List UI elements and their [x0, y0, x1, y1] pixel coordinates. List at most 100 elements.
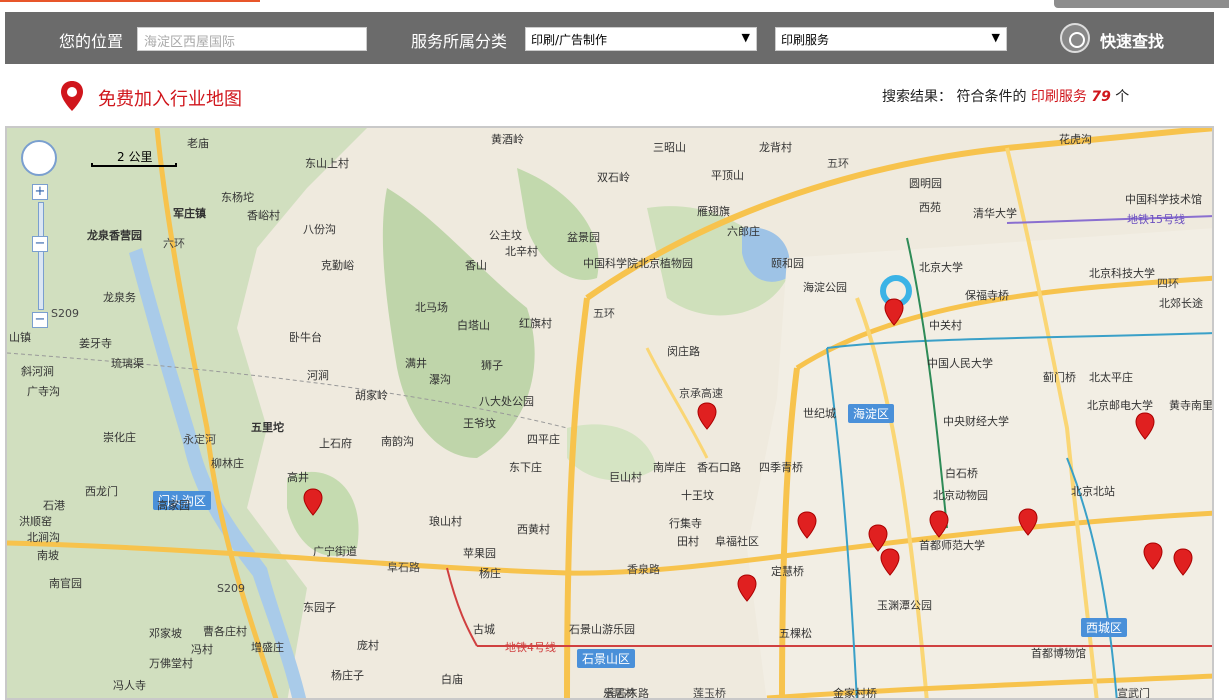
place-label: 河涧: [307, 369, 329, 382]
place-label: 盆景园: [567, 231, 600, 244]
district-label[interactable]: 海淀区: [848, 404, 895, 423]
result-marker-icon[interactable]: [1143, 542, 1163, 570]
search-bar: 您的位置 海淀区西屋国际 服务所属分类 印刷/广告制作 ▼ 印刷服务 ▼ 快速查…: [5, 12, 1214, 64]
road-label: 阜石路: [387, 561, 420, 574]
place-label: 东下庄: [509, 461, 542, 474]
map-scale-bar: [91, 163, 177, 167]
place-label: 龙背村: [759, 141, 792, 154]
place-label: 西黄村: [517, 523, 550, 536]
quick-find-icon[interactable]: [1060, 23, 1090, 53]
result-match-text: 符合条件的: [956, 89, 1027, 105]
district-label[interactable]: 石景山区: [577, 649, 636, 668]
place-label: 八份沟: [303, 223, 336, 236]
place-label: 宣武门: [1117, 687, 1150, 700]
place-label: 满井: [405, 357, 427, 370]
road-label: 地铁15号线: [1127, 213, 1185, 226]
place-label: 南韵沟: [381, 435, 414, 448]
place-label: 颐和园: [771, 257, 804, 270]
place-label: 王爷坟: [463, 417, 496, 430]
place-label: 四季青桥: [759, 461, 803, 474]
place-label: 琅山村: [429, 515, 462, 528]
place-label: 花虎沟: [1059, 133, 1092, 146]
place-label: 西龙门: [85, 485, 118, 498]
road-label: 京承高速: [679, 387, 723, 400]
place-label: 东园子: [303, 601, 336, 614]
result-marker-icon[interactable]: [929, 510, 949, 538]
place-label: 北京动物园: [933, 489, 988, 502]
place-label: 军庄镇: [173, 207, 206, 220]
place-label: 保福寺桥: [965, 289, 1009, 302]
subcategory-select[interactable]: 印刷服务 ▼: [775, 27, 1007, 51]
road-label: S209: [51, 307, 79, 320]
join-map-link[interactable]: 免费加入行业地图: [98, 85, 242, 111]
place-label: 平顶山: [711, 169, 744, 182]
place-label: 石景山游乐园: [569, 623, 635, 636]
place-label: 中国科学院北京植物园: [583, 257, 693, 270]
result-marker-icon[interactable]: [1018, 508, 1038, 536]
category-label: 服务所属分类: [411, 32, 508, 51]
place-label: 八大处公园: [479, 395, 534, 408]
result-unit: 个: [1115, 89, 1130, 105]
place-label: 琉璃渠: [111, 357, 144, 370]
place-label: 白塔山: [457, 319, 490, 332]
place-label: 海淀公园: [803, 281, 847, 294]
place-label: 柳林庄: [211, 457, 244, 470]
place-label: 北辛村: [505, 245, 538, 258]
place-label: 广寺沟: [27, 385, 60, 398]
top-accent-line: [0, 0, 260, 2]
place-label: 红旗村: [519, 317, 552, 330]
result-marker-icon[interactable]: [303, 488, 323, 516]
zoom-in-button[interactable]: +: [32, 184, 48, 200]
map-pan-control[interactable]: [21, 140, 57, 176]
place-label: 南官园: [49, 577, 82, 590]
place-label: 杨庄子: [331, 669, 364, 682]
place-label: 金家村桥: [833, 687, 877, 700]
place-label: 北郊长途: [1159, 297, 1203, 310]
road-label: S209: [217, 582, 245, 595]
result-marker-icon[interactable]: [737, 574, 757, 602]
category-select[interactable]: 印刷/广告制作 ▼: [525, 27, 757, 51]
place-label: 圆明园: [909, 177, 942, 190]
zoom-slider[interactable]: [38, 202, 44, 310]
place-label: 龙泉务: [103, 291, 136, 304]
place-label: 杨庄: [479, 567, 501, 580]
zoom-handle[interactable]: −: [32, 236, 48, 252]
place-label: 首都师范大学: [919, 539, 985, 552]
search-result-summary: 搜索结果： 符合条件的 印刷服务 79 个: [882, 86, 1129, 106]
road-label: 莲玉桥: [693, 687, 726, 700]
place-label: 世纪城: [803, 407, 836, 420]
district-label[interactable]: 西城区: [1081, 618, 1128, 637]
dropdown-arrow-icon: ▼: [991, 31, 1000, 44]
map-view[interactable]: + − − 2 公里 海淀区 门头沟区 石景山区 西城区 黄酒岭 老庙 东山上村…: [5, 126, 1214, 700]
result-marker-icon[interactable]: [697, 402, 717, 430]
zoom-out-button[interactable]: −: [32, 312, 48, 328]
result-marker-icon[interactable]: [1135, 412, 1155, 440]
place-label: 洪顺窑: [19, 515, 52, 528]
location-input[interactable]: 海淀区西屋国际: [137, 27, 367, 51]
place-label: 冯村: [191, 643, 213, 656]
road-label: 五环: [593, 307, 615, 320]
place-label: 姜牙寺: [79, 337, 112, 350]
result-marker-icon[interactable]: [1173, 548, 1193, 576]
quick-find-button[interactable]: 快速查找: [1100, 28, 1164, 52]
place-label: 崇化庄: [103, 431, 136, 444]
result-marker-icon[interactable]: [880, 548, 900, 576]
place-label: 北马场: [415, 301, 448, 314]
place-label: 克勤峪: [321, 259, 354, 272]
place-label: 老庙: [187, 137, 209, 150]
place-label: 瀑沟: [429, 373, 451, 386]
place-label: 六郎庄: [727, 225, 760, 238]
result-category[interactable]: 印刷服务: [1031, 89, 1087, 105]
place-label: 高家园: [157, 499, 190, 512]
place-label: 双石岭: [597, 171, 630, 184]
result-marker-icon[interactable]: [884, 298, 904, 326]
place-label: 上石府: [319, 437, 352, 450]
location-label: 您的位置: [59, 32, 124, 51]
road-label: 地铁4号线: [505, 641, 556, 654]
result-marker-icon[interactable]: [797, 511, 817, 539]
road-label: 五环: [827, 157, 849, 170]
place-label: 田村: [677, 535, 699, 548]
place-label: 中央财经大学: [943, 415, 1009, 428]
place-label: 巨山村: [609, 471, 642, 484]
place-label: 阜福社区: [715, 535, 759, 548]
